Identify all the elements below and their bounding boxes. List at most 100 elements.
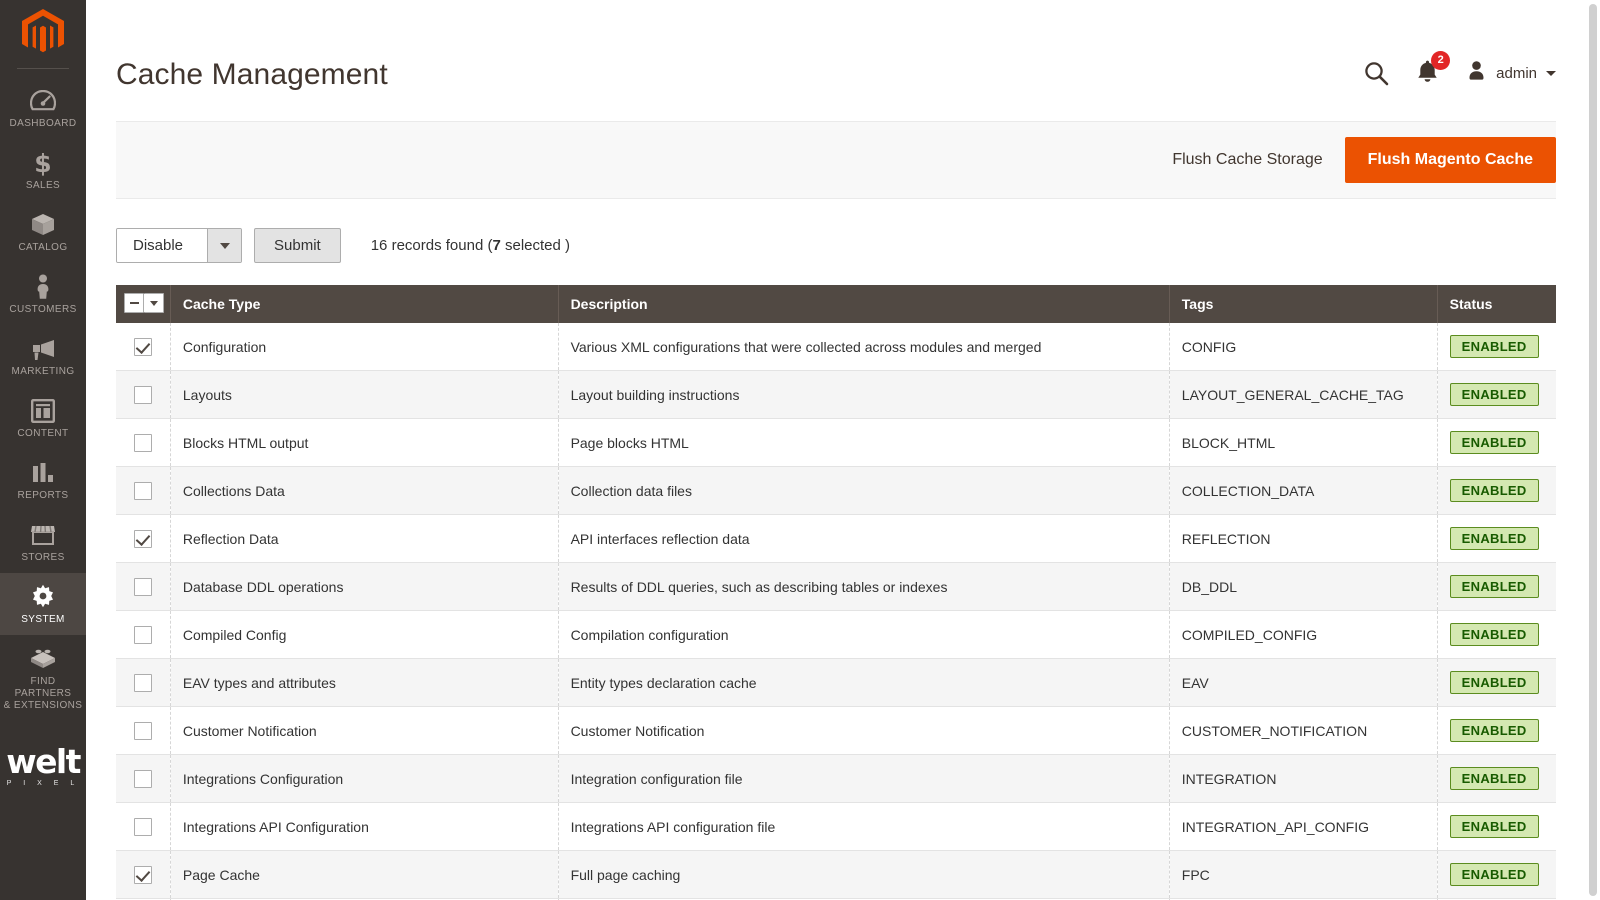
column-header-tags[interactable]: Tags: [1169, 285, 1438, 323]
cell-status: ENABLED: [1437, 370, 1556, 419]
row-checkbox-cell[interactable]: [116, 466, 171, 515]
sidebar-item-system[interactable]: System: [0, 573, 86, 635]
cell-status: ENABLED: [1437, 754, 1556, 803]
status-badge: ENABLED: [1449, 575, 1539, 598]
cell-status: ENABLED: [1437, 706, 1556, 755]
sidebar-item-reports[interactable]: Reports: [0, 449, 86, 511]
row-checkbox[interactable]: [133, 625, 152, 644]
table-row[interactable]: Integrations Configuration Integration co…: [116, 754, 1556, 803]
status-badge: ENABLED: [1449, 815, 1539, 838]
table-row[interactable]: Collections Data Collection data files COL…: [116, 466, 1556, 515]
row-checkbox[interactable]: [133, 481, 152, 500]
sidebar-item-find-partners-extensions[interactable]: Find Partners & Extensions: [0, 635, 86, 721]
records-found-suffix: selected ): [500, 237, 571, 254]
row-checkbox-cell[interactable]: [116, 323, 171, 371]
table-row[interactable]: Page Cache Full page caching FPC ENABLED: [116, 850, 1556, 899]
cell-description: Results of DDL queries, such as describi…: [558, 562, 1170, 611]
admin-menu[interactable]: admin: [1466, 60, 1556, 86]
row-checkbox[interactable]: [133, 337, 152, 356]
sidebar-item-customers[interactable]: Customers: [0, 263, 86, 325]
submit-button[interactable]: Submit: [254, 228, 341, 263]
table-row[interactable]: Configuration Various XML configurations …: [116, 323, 1556, 371]
sidebar-divider: [17, 68, 69, 69]
search-icon[interactable]: [1364, 61, 1389, 86]
row-checkbox-cell[interactable]: [116, 802, 171, 851]
cell-status: ENABLED: [1437, 514, 1556, 563]
table-row[interactable]: Reflection Data API interfaces reflection…: [116, 514, 1556, 563]
table-row[interactable]: EAV types and attributes Entity types dec…: [116, 658, 1556, 707]
cell-status: ENABLED: [1437, 850, 1556, 899]
row-checkbox[interactable]: [133, 673, 152, 692]
cell-tags: FPC: [1169, 850, 1438, 899]
flush-magento-cache-button[interactable]: Flush Magento Cache: [1344, 137, 1556, 183]
status-badge: ENABLED: [1449, 671, 1539, 694]
page-title: Cache Management: [116, 58, 388, 91]
box-icon: [30, 212, 56, 238]
sidebar-item-label: Catalog: [18, 242, 68, 253]
row-checkbox[interactable]: [133, 721, 152, 740]
cell-cache-type: Customer Notification: [170, 706, 559, 755]
records-selected-count: 7: [492, 237, 501, 254]
massaction-select[interactable]: Disable: [116, 228, 243, 263]
row-checkbox-cell[interactable]: [116, 514, 171, 563]
vertical-scrollbar[interactable]: [1586, 0, 1600, 900]
cell-tags: COMPILED_CONFIG: [1169, 610, 1438, 659]
row-checkbox[interactable]: [133, 385, 152, 404]
column-header-status[interactable]: Status: [1437, 285, 1556, 323]
table-row[interactable]: Compiled Config Compilation configuration…: [116, 610, 1556, 659]
cell-tags: LAYOUT_GENERAL_CACHE_TAG: [1169, 370, 1438, 419]
row-checkbox-cell[interactable]: [116, 370, 171, 419]
row-checkbox-cell[interactable]: [116, 658, 171, 707]
sidebar-item-sales[interactable]: $ Sales: [0, 139, 86, 201]
row-checkbox-cell[interactable]: [116, 418, 171, 467]
select-all-group[interactable]: [124, 293, 164, 315]
column-header-cache-type[interactable]: Cache Type: [170, 285, 559, 323]
flush-cache-storage-button[interactable]: Flush Cache Storage: [1150, 137, 1344, 183]
cell-cache-type: Page Cache: [170, 850, 559, 899]
notifications-bell[interactable]: 2: [1416, 50, 1451, 88]
sidebar-item-label: Marketing: [11, 366, 75, 377]
row-checkbox[interactable]: [133, 577, 152, 596]
grid-toolbar: Disable Submit 16 records found (7 selec…: [116, 228, 1556, 263]
cell-status: ENABLED: [1437, 658, 1556, 707]
sidebar-item-dashboard[interactable]: Dashboard: [0, 77, 86, 139]
cell-status: ENABLED: [1437, 323, 1556, 371]
select-all-chevron-down-icon[interactable]: [144, 293, 164, 313]
weltpixel-wordmark: welt: [6, 742, 81, 781]
scrollbar-thumb[interactable]: [1589, 4, 1597, 896]
massaction-chevron-down-icon[interactable]: [207, 229, 242, 262]
table-row[interactable]: Database DDL operations Results of DDL qu…: [116, 562, 1556, 611]
page-header: Cache Management 2 admin: [86, 0, 1586, 92]
chevron-down-icon: [1546, 70, 1556, 76]
grid-header-row: Cache Type Description Tags Status: [116, 285, 1556, 323]
table-row[interactable]: Layouts Layout building instructions LAYOU…: [116, 370, 1556, 419]
select-all-checkbox[interactable]: [124, 293, 144, 313]
cell-cache-type: Blocks HTML output: [170, 418, 559, 467]
row-checkbox[interactable]: [133, 865, 152, 884]
row-checkbox[interactable]: [133, 433, 152, 452]
sidebar-item-label: Sales: [25, 180, 61, 191]
cell-description: Layout building instructions: [558, 370, 1170, 419]
sidebar-item-content[interactable]: Content: [0, 387, 86, 449]
row-checkbox-cell[interactable]: [116, 706, 171, 755]
cell-description: API interfaces reflection data: [558, 514, 1170, 563]
table-row[interactable]: Integrations API Configuration Integratio…: [116, 802, 1556, 851]
column-header-description[interactable]: Description: [558, 285, 1170, 323]
table-row[interactable]: Blocks HTML output Page blocks HTML BLOCK_…: [116, 418, 1556, 467]
row-checkbox-cell[interactable]: [116, 562, 171, 611]
cell-status: ENABLED: [1437, 466, 1556, 515]
magento-logo[interactable]: [0, 0, 86, 68]
row-checkbox-cell[interactable]: [116, 754, 171, 803]
row-checkbox[interactable]: [133, 769, 152, 788]
bar-chart-icon: [31, 460, 55, 486]
row-checkbox[interactable]: [133, 529, 152, 548]
table-row[interactable]: Customer Notification Customer Notificati…: [116, 706, 1556, 755]
sidebar-item-marketing[interactable]: Marketing: [0, 325, 86, 387]
massaction-selected-value[interactable]: Disable: [117, 229, 208, 262]
sidebar-item-stores[interactable]: Stores: [0, 511, 86, 573]
sidebar-item-catalog[interactable]: Catalog: [0, 201, 86, 263]
row-checkbox[interactable]: [133, 817, 152, 836]
row-checkbox-cell[interactable]: [116, 850, 171, 899]
cell-cache-type: Integrations API Configuration: [170, 802, 559, 851]
row-checkbox-cell[interactable]: [116, 610, 171, 659]
